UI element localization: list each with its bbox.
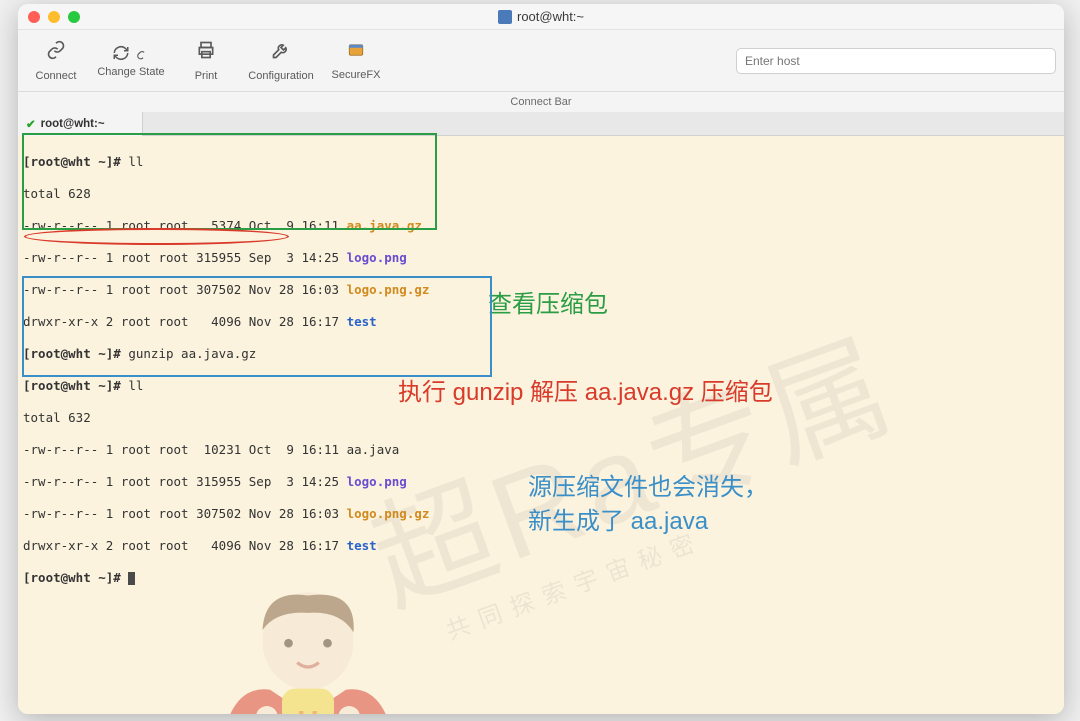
configuration-label: Configuration: [248, 70, 313, 82]
file-listing: drwxr-xr-x 2 root root 4096 Nov 28 16:17: [23, 538, 347, 553]
check-icon: ✔: [26, 117, 36, 131]
scrollbar[interactable]: [1049, 269, 1064, 714]
refresh-icon: [112, 44, 150, 62]
file-listing: -rw-r--r-- 1 root root 315955 Sep 3 14:2…: [23, 474, 347, 489]
window-title: root@wht:~: [18, 9, 1064, 24]
file-aa-java: aa.java: [347, 442, 400, 457]
file-listing: -rw-r--r-- 1 root root 315955 Sep 3 14:2…: [23, 250, 347, 265]
prompt: [root@wht ~]#: [23, 346, 128, 361]
prompt: [root@wht ~]#: [23, 378, 128, 393]
securefx-label: SecureFX: [332, 69, 381, 81]
change-state-button[interactable]: Change State: [86, 30, 176, 91]
dir-test: test: [347, 314, 377, 329]
file-listing: -rw-r--r-- 1 root root 307502 Nov 28 16:…: [23, 506, 347, 521]
tab-bar: ✔ root@wht:~: [18, 112, 1064, 136]
dir-test: test: [347, 538, 377, 553]
annotation-source-removed: 源压缩文件也会消失，新生成了 aa.java: [528, 471, 768, 539]
window-title-text: root@wht:~: [517, 9, 584, 24]
svg-text:H: H: [297, 706, 319, 714]
file-logo-png-gz: logo.png.gz: [347, 506, 430, 521]
command-gunzip: gunzip aa.java.gz: [128, 346, 256, 361]
file-listing: drwxr-xr-x 2 root root 4096 Nov 28 16:17: [23, 314, 347, 329]
file-logo-png: logo.png: [347, 250, 407, 265]
prompt: [root@wht ~]#: [23, 154, 128, 169]
print-label: Print: [195, 70, 218, 82]
securefx-icon: [347, 41, 365, 65]
output-line: total 632: [23, 410, 523, 426]
terminal-output: [root@wht ~]# ll total 628 -rw-r--r-- 1 …: [23, 138, 523, 618]
window-controls: [28, 11, 80, 23]
output-line: total 628: [23, 186, 523, 202]
file-listing: -rw-r--r-- 1 root root 5374 Oct 9 16:11: [23, 218, 347, 233]
close-window-button[interactable]: [28, 11, 40, 23]
link-icon: [46, 40, 66, 66]
app-icon: [498, 10, 512, 24]
connect-bar-label: Connect Bar: [18, 92, 1064, 112]
cursor-icon: [128, 572, 135, 585]
host-input[interactable]: [736, 48, 1056, 74]
tab-label: root@wht:~: [41, 118, 105, 130]
change-state-label: Change State: [97, 66, 164, 78]
file-logo-png: logo.png: [347, 474, 407, 489]
file-listing: -rw-r--r-- 1 root root 10231 Oct 9 16:11: [23, 442, 347, 457]
printer-icon: [196, 40, 216, 66]
file-logo-png-gz: logo.png.gz: [347, 282, 430, 297]
tools-icon: [271, 40, 291, 66]
toolbar: Connect Change State Print Configuration: [18, 30, 1064, 92]
titlebar: root@wht:~: [18, 4, 1064, 30]
file-listing: -rw-r--r-- 1 root root 307502 Nov 28 16:…: [23, 282, 347, 297]
minimize-window-button[interactable]: [48, 11, 60, 23]
command: ll: [128, 154, 143, 169]
file-aa-java-gz: aa.java.gz: [347, 218, 422, 233]
terminal-area[interactable]: 超Ra专属 共同探索宇宙秘密 H [root@wht ~]# ll total …: [18, 136, 1064, 714]
connect-label: Connect: [36, 70, 77, 82]
connect-button[interactable]: Connect: [26, 30, 86, 91]
securefx-button[interactable]: SecureFX: [326, 30, 386, 91]
app-window: root@wht:~ Connect Change State Print: [18, 4, 1064, 714]
configuration-button[interactable]: Configuration: [236, 30, 326, 91]
prompt: [root@wht ~]#: [23, 570, 128, 585]
maximize-window-button[interactable]: [68, 11, 80, 23]
session-tab[interactable]: ✔ root@wht:~: [18, 112, 143, 136]
command: ll: [128, 378, 143, 393]
print-button[interactable]: Print: [176, 30, 236, 91]
